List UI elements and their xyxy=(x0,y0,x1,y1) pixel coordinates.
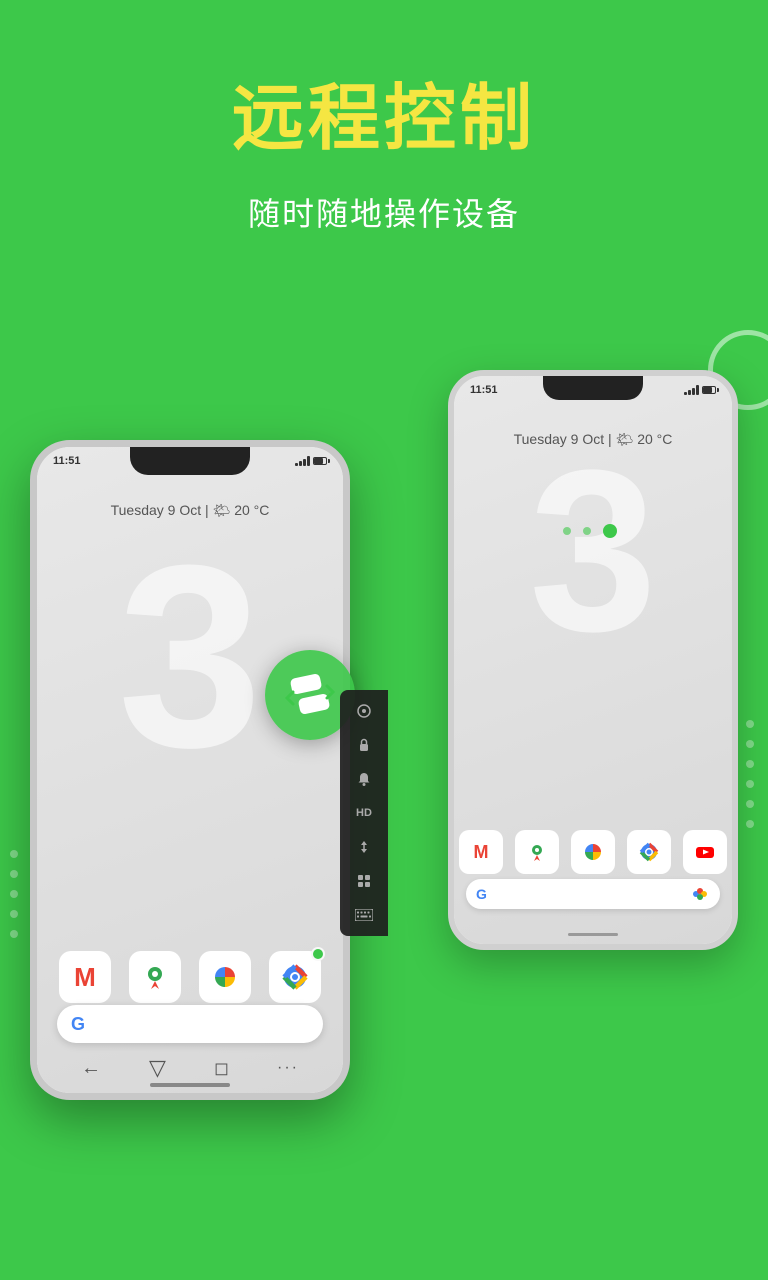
nav-home-icon: ▽ xyxy=(149,1055,166,1081)
phone-back: 11:51 xyxy=(448,370,738,950)
back-home-indicator xyxy=(568,933,618,936)
back-app-photos xyxy=(571,830,615,874)
toolbar-hd-icon[interactable]: HD xyxy=(344,798,384,828)
front-google-bar: G xyxy=(57,1005,323,1043)
toolbar-bell-icon[interactable] xyxy=(344,764,384,794)
front-phone-status-bar: 11:51 xyxy=(53,455,327,467)
nav-more-icon: ··· xyxy=(277,1059,299,1077)
back-app-youtube xyxy=(683,830,727,874)
google-g-letter: G xyxy=(71,1014,85,1035)
main-title: 远程控制 xyxy=(232,80,536,159)
front-nav-bar: ← ▽ ◻ ··· xyxy=(37,1055,343,1081)
nav-recent-icon: ◻ xyxy=(214,1058,229,1079)
front-phone-app-dock: M xyxy=(37,951,343,1003)
toolbar-updown-icon[interactable] xyxy=(344,832,384,862)
front-phone-status-icons xyxy=(295,456,327,466)
toolbar-lock-icon[interactable] xyxy=(344,730,384,760)
back-phone-number: 3 xyxy=(454,436,732,666)
front-app-chrome xyxy=(269,951,321,1003)
nav-back-icon: ← xyxy=(81,1057,101,1080)
back-phone-status-bar: 11:51 xyxy=(470,384,716,396)
phone-front: 11:51 xyxy=(30,440,350,1100)
back-phone-status-icons xyxy=(684,385,716,395)
front-app-maps xyxy=(129,951,181,1003)
toolbar-link-icon[interactable] xyxy=(344,696,384,726)
front-phone-time: 11:51 xyxy=(53,455,81,467)
back-phone-dot-row xyxy=(563,524,617,538)
page-container: 远程控制 随时随地操作设备 11:51 xyxy=(0,0,768,1280)
back-battery-icon xyxy=(702,386,716,394)
subtitle: 随时随地操作设备 xyxy=(232,189,536,235)
toolbar-overlay: HD xyxy=(340,690,388,936)
swap-icon-inner xyxy=(283,668,338,723)
back-signal-icon xyxy=(684,385,699,395)
front-home-indicator xyxy=(150,1083,230,1087)
title-section: 远程控制 随时随地操作设备 xyxy=(232,80,536,235)
back-app-chrome xyxy=(627,830,671,874)
back-app-gmail: M xyxy=(459,830,503,874)
back-google-bar: G xyxy=(466,879,720,909)
front-signal-icon xyxy=(295,456,310,466)
back-phone-time: 11:51 xyxy=(470,384,498,396)
front-app-photos xyxy=(199,951,251,1003)
front-app-gmail: M xyxy=(59,951,111,1003)
toolbar-keyboard-icon[interactable] xyxy=(344,900,384,930)
toolbar-grid-icon[interactable] xyxy=(344,866,384,896)
back-phone-apps: M xyxy=(454,830,732,874)
phones-container: 11:51 xyxy=(0,290,768,1280)
back-app-maps xyxy=(515,830,559,874)
front-battery-icon xyxy=(313,457,327,465)
